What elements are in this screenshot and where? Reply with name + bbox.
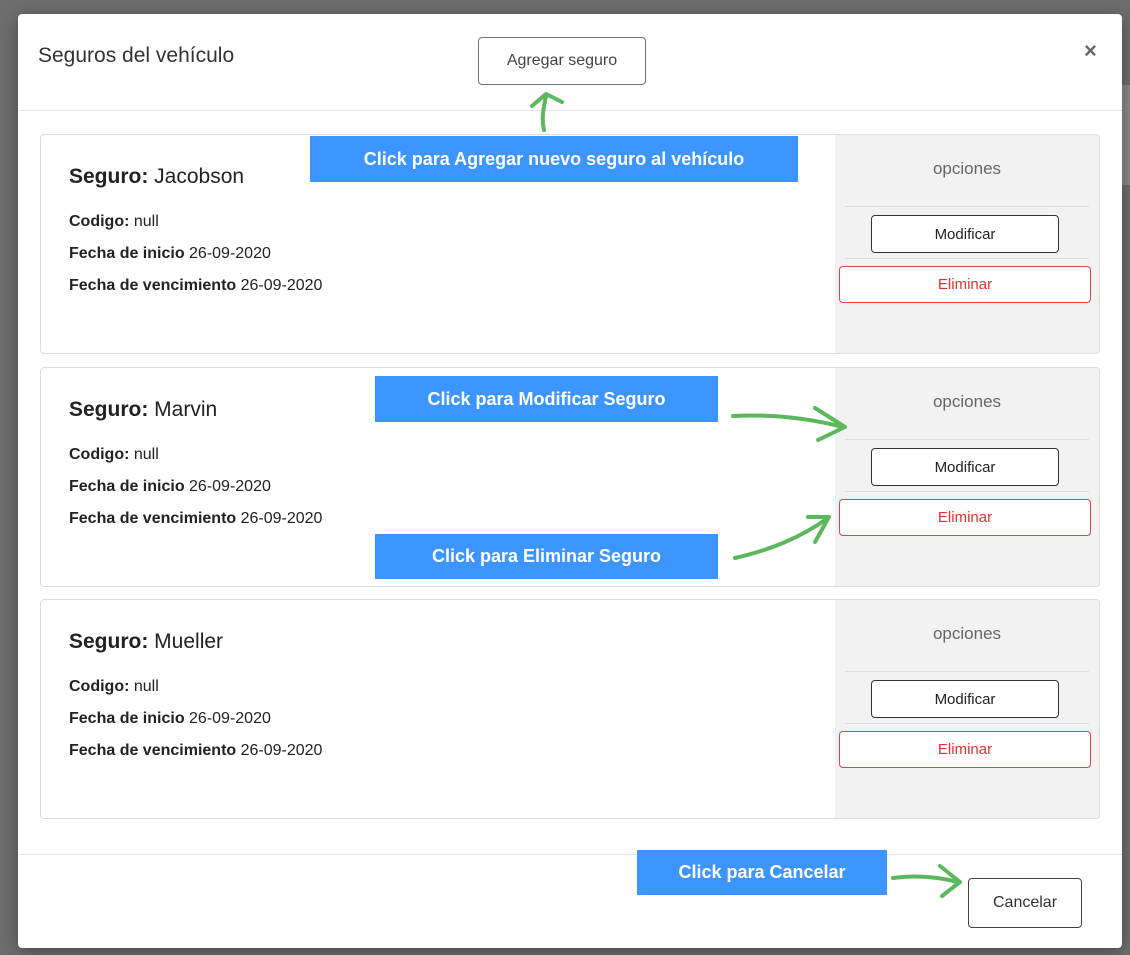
arrow-up-icon [540,94,548,132]
annotation-arrows [530,92,962,898]
arrow-diagonal-icon [733,516,830,560]
arrow-cancel-icon [891,874,960,884]
